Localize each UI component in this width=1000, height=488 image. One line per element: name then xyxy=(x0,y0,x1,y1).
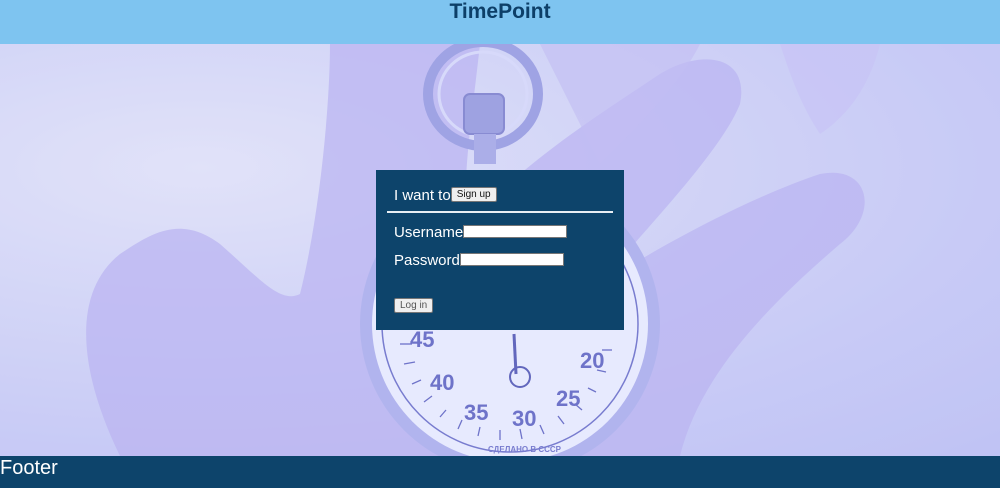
password-row: Password xyxy=(394,252,564,270)
signup-row: I want to Sign up xyxy=(394,186,497,205)
login-panel: I want to Sign up Username Password Log i… xyxy=(376,170,624,330)
password-label: Password xyxy=(394,252,460,269)
login-button[interactable]: Log in xyxy=(394,298,434,313)
signup-button[interactable]: Sign up xyxy=(450,186,497,202)
app-title: TimePoint xyxy=(449,0,551,23)
divider xyxy=(387,211,613,213)
footer-text: Footer xyxy=(0,457,58,479)
password-input[interactable] xyxy=(459,252,564,266)
username-input[interactable] xyxy=(463,224,568,238)
username-label: Username xyxy=(394,224,464,241)
page-footer: Footer xyxy=(0,456,1000,488)
intro-text: I want to xyxy=(394,187,451,204)
app-header: TimePoint xyxy=(0,0,1000,44)
username-row: Username xyxy=(394,224,568,242)
